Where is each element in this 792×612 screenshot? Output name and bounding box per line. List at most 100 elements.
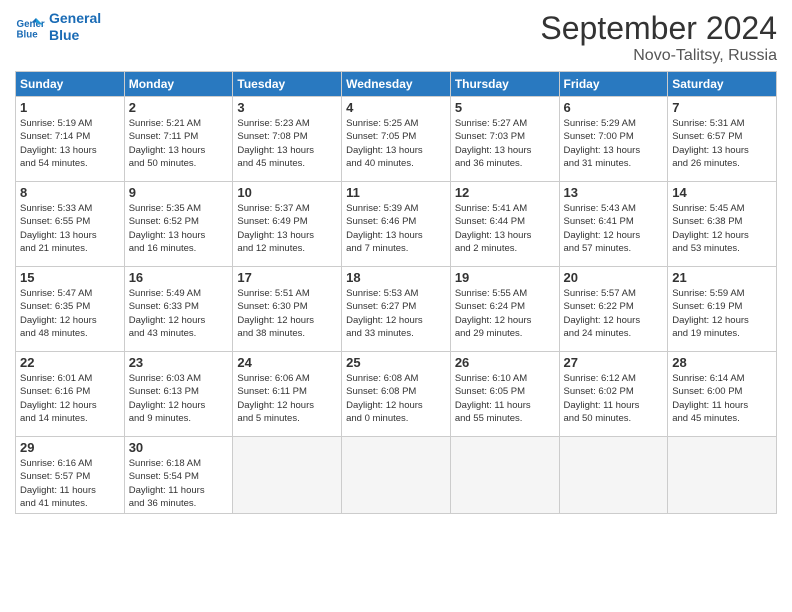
- title-block: September 2024 Novo-Talitsy, Russia: [540, 10, 777, 65]
- day-info: Sunrise: 5:59 AMSunset: 6:19 PMDaylight:…: [672, 287, 772, 340]
- day-info: Sunrise: 5:33 AMSunset: 6:55 PMDaylight:…: [20, 202, 120, 255]
- day-info: Sunrise: 6:01 AMSunset: 6:16 PMDaylight:…: [20, 372, 120, 425]
- table-row: 16Sunrise: 5:49 AMSunset: 6:33 PMDayligh…: [124, 267, 233, 352]
- day-number: 15: [20, 270, 120, 285]
- day-number: 5: [455, 100, 555, 115]
- day-number: 16: [129, 270, 229, 285]
- day-number: 6: [564, 100, 664, 115]
- day-number: 13: [564, 185, 664, 200]
- weekday-header-row: Sunday Monday Tuesday Wednesday Thursday…: [16, 72, 777, 97]
- day-info: Sunrise: 5:45 AMSunset: 6:38 PMDaylight:…: [672, 202, 772, 255]
- day-number: 1: [20, 100, 120, 115]
- day-info: Sunrise: 5:19 AMSunset: 7:14 PMDaylight:…: [20, 117, 120, 170]
- table-row: 30Sunrise: 6:18 AMSunset: 5:54 PMDayligh…: [124, 437, 233, 514]
- day-number: 25: [346, 355, 446, 370]
- table-row: 5 Sunrise: 5:27 AMSunset: 7:03 PMDaylight…: [450, 97, 559, 182]
- table-row: 13 Sunrise: 5:43 AMSunset: 6:41 PMDayligh…: [559, 182, 668, 267]
- calendar-week-row: 22Sunrise: 6:01 AMSunset: 6:16 PMDayligh…: [16, 352, 777, 437]
- day-number: 27: [564, 355, 664, 370]
- table-row: [559, 437, 668, 514]
- table-row: 27 Sunrise: 6:12 AMSunset: 6:02 PMDayligh…: [559, 352, 668, 437]
- svg-text:Blue: Blue: [17, 29, 39, 40]
- day-number: 8: [20, 185, 120, 200]
- day-number: 12: [455, 185, 555, 200]
- table-row: 10Sunrise: 5:37 AMSunset: 6:49 PMDayligh…: [233, 182, 342, 267]
- day-info: Sunrise: 5:39 AMSunset: 6:46 PMDaylight:…: [346, 202, 446, 255]
- svg-text:General: General: [17, 19, 46, 30]
- day-number: 23: [129, 355, 229, 370]
- header-friday: Friday: [559, 72, 668, 97]
- day-info: Sunrise: 5:41 AMSunset: 6:44 PMDaylight:…: [455, 202, 555, 255]
- table-row: 1 Sunrise: 5:19 AMSunset: 7:14 PMDaylight…: [16, 97, 125, 182]
- table-row: 7 Sunrise: 5:31 AMSunset: 6:57 PMDaylight…: [668, 97, 777, 182]
- table-row: 8 Sunrise: 5:33 AMSunset: 6:55 PMDaylight…: [16, 182, 125, 267]
- table-row: 12 Sunrise: 5:41 AMSunset: 6:44 PMDayligh…: [450, 182, 559, 267]
- day-number: 20: [564, 270, 664, 285]
- table-row: 4Sunrise: 5:25 AMSunset: 7:05 PMDaylight…: [342, 97, 451, 182]
- table-row: 29Sunrise: 6:16 AMSunset: 5:57 PMDayligh…: [16, 437, 125, 514]
- table-row: 3 Sunrise: 5:23 AMSunset: 7:08 PMDaylight…: [233, 97, 342, 182]
- day-number: 30: [129, 440, 229, 455]
- table-row: 9Sunrise: 5:35 AMSunset: 6:52 PMDaylight…: [124, 182, 233, 267]
- day-number: 26: [455, 355, 555, 370]
- table-row: 25 Sunrise: 6:08 AMSunset: 6:08 PMDayligh…: [342, 352, 451, 437]
- table-row: 26 Sunrise: 6:10 AMSunset: 6:05 PMDayligh…: [450, 352, 559, 437]
- table-row: 24Sunrise: 6:06 AMSunset: 6:11 PMDayligh…: [233, 352, 342, 437]
- table-row: [233, 437, 342, 514]
- header-thursday: Thursday: [450, 72, 559, 97]
- logo-text: General Blue: [49, 10, 101, 44]
- table-row: [450, 437, 559, 514]
- logo-icon: General Blue: [15, 12, 45, 42]
- day-info: Sunrise: 5:57 AMSunset: 6:22 PMDaylight:…: [564, 287, 664, 340]
- table-row: 6 Sunrise: 5:29 AMSunset: 7:00 PMDaylight…: [559, 97, 668, 182]
- day-number: 21: [672, 270, 772, 285]
- day-number: 11: [346, 185, 446, 200]
- page-container: General Blue General Blue September 2024…: [0, 0, 792, 524]
- day-info: Sunrise: 6:14 AMSunset: 6:00 PMDaylight:…: [672, 372, 772, 425]
- table-row: 14Sunrise: 5:45 AMSunset: 6:38 PMDayligh…: [668, 182, 777, 267]
- header: General Blue General Blue September 2024…: [15, 10, 777, 65]
- table-row: 15 Sunrise: 5:47 AMSunset: 6:35 PMDayligh…: [16, 267, 125, 352]
- day-number: 4: [346, 100, 446, 115]
- header-monday: Monday: [124, 72, 233, 97]
- calendar-table: Sunday Monday Tuesday Wednesday Thursday…: [15, 71, 777, 514]
- day-number: 28: [672, 355, 772, 370]
- day-info: Sunrise: 5:51 AMSunset: 6:30 PMDaylight:…: [237, 287, 337, 340]
- day-info: Sunrise: 5:21 AMSunset: 7:11 PMDaylight:…: [129, 117, 229, 170]
- day-info: Sunrise: 5:23 AMSunset: 7:08 PMDaylight:…: [237, 117, 337, 170]
- day-info: Sunrise: 6:10 AMSunset: 6:05 PMDaylight:…: [455, 372, 555, 425]
- calendar-week-row: 8 Sunrise: 5:33 AMSunset: 6:55 PMDaylight…: [16, 182, 777, 267]
- table-row: 19Sunrise: 5:55 AMSunset: 6:24 PMDayligh…: [450, 267, 559, 352]
- header-tuesday: Tuesday: [233, 72, 342, 97]
- table-row: [668, 437, 777, 514]
- table-row: 23 Sunrise: 6:03 AMSunset: 6:13 PMDayligh…: [124, 352, 233, 437]
- table-row: 21 Sunrise: 5:59 AMSunset: 6:19 PMDayligh…: [668, 267, 777, 352]
- logo: General Blue General Blue: [15, 10, 101, 44]
- day-info: Sunrise: 5:43 AMSunset: 6:41 PMDaylight:…: [564, 202, 664, 255]
- day-info: Sunrise: 5:29 AMSunset: 7:00 PMDaylight:…: [564, 117, 664, 170]
- table-row: [342, 437, 451, 514]
- day-number: 17: [237, 270, 337, 285]
- table-row: 2 Sunrise: 5:21 AMSunset: 7:11 PMDaylight…: [124, 97, 233, 182]
- day-number: 10: [237, 185, 337, 200]
- calendar-week-row: 29Sunrise: 6:16 AMSunset: 5:57 PMDayligh…: [16, 437, 777, 514]
- table-row: 22Sunrise: 6:01 AMSunset: 6:16 PMDayligh…: [16, 352, 125, 437]
- day-number: 3: [237, 100, 337, 115]
- day-info: Sunrise: 6:08 AMSunset: 6:08 PMDaylight:…: [346, 372, 446, 425]
- table-row: 28 Sunrise: 6:14 AMSunset: 6:00 PMDayligh…: [668, 352, 777, 437]
- day-info: Sunrise: 5:27 AMSunset: 7:03 PMDaylight:…: [455, 117, 555, 170]
- day-number: 19: [455, 270, 555, 285]
- calendar-week-row: 1 Sunrise: 5:19 AMSunset: 7:14 PMDaylight…: [16, 97, 777, 182]
- header-wednesday: Wednesday: [342, 72, 451, 97]
- calendar-week-row: 15 Sunrise: 5:47 AMSunset: 6:35 PMDayligh…: [16, 267, 777, 352]
- day-number: 2: [129, 100, 229, 115]
- day-info: Sunrise: 5:31 AMSunset: 6:57 PMDaylight:…: [672, 117, 772, 170]
- day-number: 9: [129, 185, 229, 200]
- day-number: 7: [672, 100, 772, 115]
- day-number: 18: [346, 270, 446, 285]
- day-info: Sunrise: 5:47 AMSunset: 6:35 PMDaylight:…: [20, 287, 120, 340]
- day-number: 24: [237, 355, 337, 370]
- day-info: Sunrise: 6:12 AMSunset: 6:02 PMDaylight:…: [564, 372, 664, 425]
- table-row: 20 Sunrise: 5:57 AMSunset: 6:22 PMDayligh…: [559, 267, 668, 352]
- day-info: Sunrise: 6:03 AMSunset: 6:13 PMDaylight:…: [129, 372, 229, 425]
